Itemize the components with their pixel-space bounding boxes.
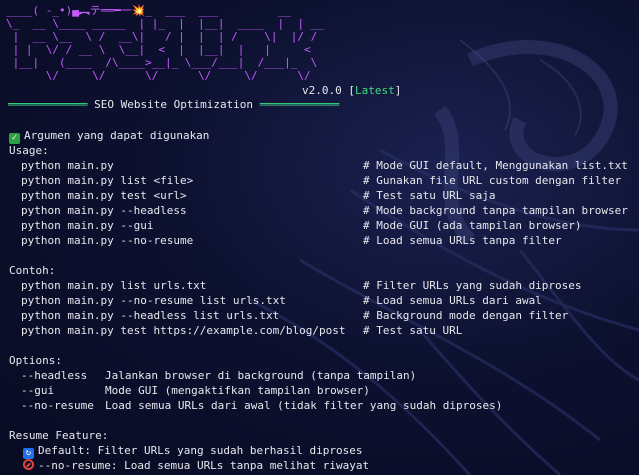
usage-command: python main.py list <file> [21, 174, 194, 187]
example-command: python main.py --no-resume list urls.txt [21, 294, 286, 307]
usage-comment: # Mode GUI default, Menggunakan list.txt [363, 159, 628, 172]
resume-heading: Resume Feature: [9, 429, 109, 442]
option-description: Load semua URLs dari awal (tidak filter … [105, 399, 503, 412]
args-heading: Argumen yang dapat digunakan [24, 129, 210, 142]
option-description: Jalankan browser di background (tanpa ta… [105, 369, 417, 382]
section-title: SEO Website Optimization [94, 98, 254, 111]
usage-comment: # Mode background tanpa tampilan browser [363, 204, 628, 217]
option-description: Mode GUI (mengaktifkan tampilan browser) [105, 384, 370, 397]
ascii-line: \/ \/ \/ \/ \/ \/ [6, 69, 311, 82]
version-label: v2.0.0 [Latest] [302, 84, 402, 97]
resume-noresume-line: --no-resume: Load semua URLs tanpa melih… [23, 458, 369, 473]
contoh-heading: Contoh: [9, 264, 56, 277]
example-command: python main.py list urls.txt [21, 279, 207, 292]
ascii-line: | __ \__ \ / __\| / | | | / \| |/ / [6, 30, 318, 43]
example-command: python main.py --headless list urls.txt [21, 309, 280, 322]
resume-noresume-text: --no-resume: Load semua URLs tanpa melih… [38, 459, 370, 472]
option-flag: --headless [21, 369, 88, 382]
ascii-logo-banner: ____( -_•)▄︻テ══━一💥_ ___ ___ __ \_ __ \__… [6, 4, 324, 96]
args-heading-line: ✓ Argumen yang dapat digunakan [9, 128, 210, 144]
resume-default-line: ↻ Default: Filter URLs yang sudah berhasi… [23, 443, 363, 459]
ascii-line: |__| (____ /\____>__|_ \___/___| /___|_ … [6, 56, 318, 69]
section-title-separator: ════════════ SEO Website Optimization ══… [8, 98, 340, 111]
usage-command: python main.py test <url> [21, 189, 187, 202]
usage-comment: # Test satu URL saja [363, 189, 496, 202]
option-flag: --no-resume [21, 399, 94, 412]
terminal-output: ____( -_•)▄︻テ══━一💥_ ___ ___ __ \_ __ \__… [0, 0, 639, 475]
usage-command: python main.py --headless [21, 204, 187, 217]
ascii-line: ____( -_•)▄︻テ══━一💥_ ___ ___ __ [6, 4, 292, 17]
option-flag: --gui [21, 384, 55, 397]
ascii-line: \_ __ \____ _____ | |_ | |__| ____ | | _… [6, 17, 324, 30]
example-comment: # Background mode dengan filter [363, 309, 569, 322]
usage-command: python main.py [21, 159, 114, 172]
usage-comment: # Load semua URLs tanpa filter [363, 234, 562, 247]
ascii-line: | | \/ / __ \ \__| < | |__| | | < [6, 43, 311, 56]
latest-tag: Latest [355, 84, 395, 97]
usage-comment: # Gunakan file URL custom dengan filter [363, 174, 622, 187]
example-command: python main.py test https://example.com/… [21, 324, 346, 337]
options-heading: Options: [9, 354, 62, 367]
example-comment: # Load semua URLs dari awal [363, 294, 542, 307]
version-number: v2.0.0 [302, 84, 342, 97]
example-comment: # Test satu URL [363, 324, 463, 337]
usage-heading: Usage: [9, 144, 49, 157]
usage-command: python main.py --gui [21, 219, 154, 232]
example-comment: # Filter URLs yang sudah diproses [363, 279, 582, 292]
resume-default-text: Default: Filter URLs yang sudah berhasil… [38, 444, 363, 457]
no-entry-icon [23, 459, 34, 470]
usage-command: python main.py --no-resume [21, 234, 194, 247]
usage-comment: # Mode GUI (ada tampilan browser) [363, 219, 582, 232]
